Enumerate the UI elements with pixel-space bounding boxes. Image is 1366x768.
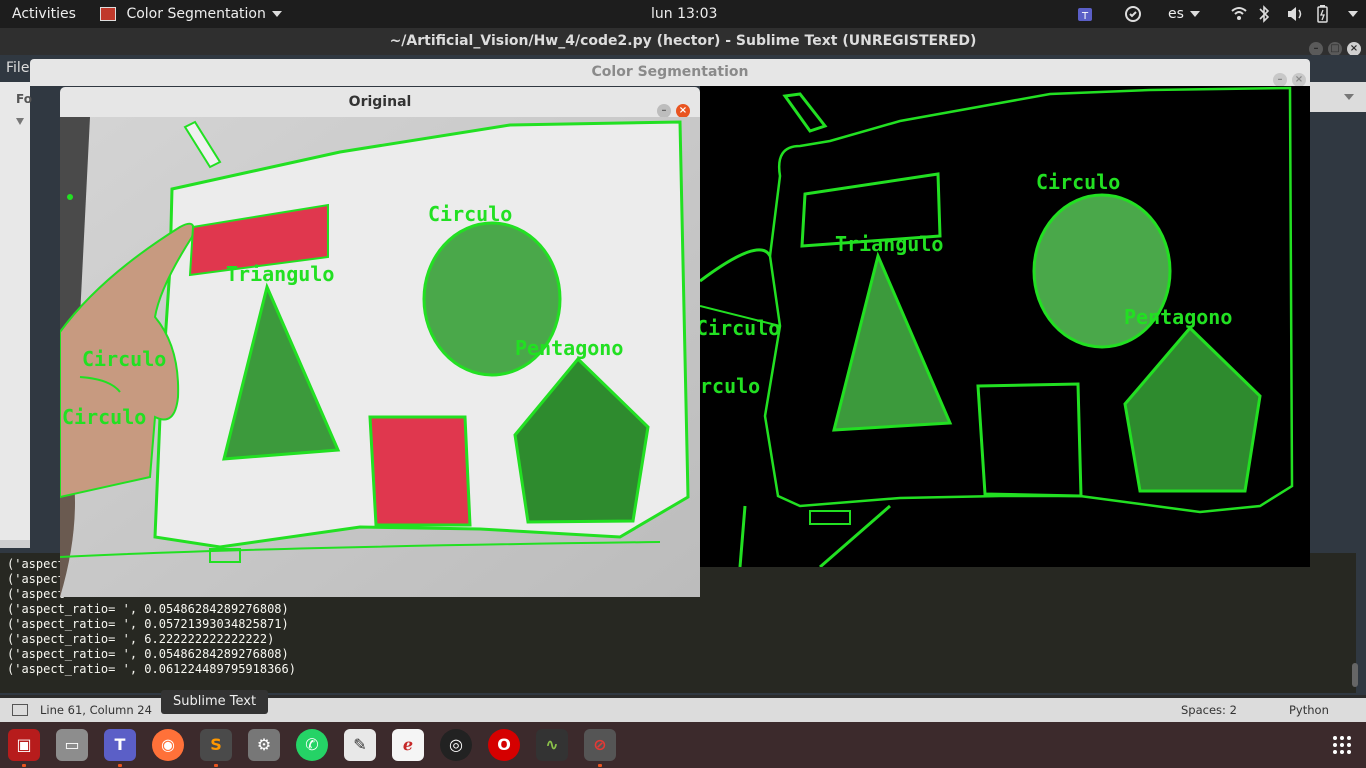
top-bar: Activities Color Segmentation lun 13:03 … xyxy=(0,0,1366,28)
console-line: ('aspect_ratio= ', 0.061224489795918366) xyxy=(7,662,296,676)
color-segmentation-icon[interactable]: ⊘ xyxy=(584,729,616,761)
document-viewer-icon[interactable]: ℯ xyxy=(392,729,424,761)
label-triangulo: Triangulo xyxy=(226,262,334,286)
red-square-shape xyxy=(368,415,472,527)
chevron-down-icon xyxy=(1189,11,1200,17)
minimize-icon[interactable]: – xyxy=(1273,73,1287,87)
settings-icon[interactable]: ⚙ xyxy=(248,729,280,761)
status-position: Line 61, Column 24 xyxy=(40,703,152,717)
system-menu-chevron-icon[interactable] xyxy=(1342,0,1358,28)
segmentation-image: Circulo Triangulo Pentagono Circulo rcul… xyxy=(700,86,1310,567)
sublime-icon[interactable]: S xyxy=(200,729,232,761)
label-circulo-3: rculo xyxy=(700,374,760,398)
app-menu-label: Color Segmentation xyxy=(126,6,266,22)
sidebar-folders-header: Fo xyxy=(16,92,32,106)
console-line: ('aspect xyxy=(7,572,65,586)
obs-icon[interactable]: ◎ xyxy=(440,729,472,761)
text-editor-icon[interactable]: ✎ xyxy=(344,729,376,761)
language-selector[interactable]: es xyxy=(1168,0,1200,28)
editor-tab-area xyxy=(1310,82,1366,112)
segmentation-title-bar: Color Segmentation – × xyxy=(30,59,1310,87)
console-line: ('aspect xyxy=(7,557,65,571)
whatsapp-icon[interactable]: ✆ xyxy=(296,729,328,761)
label-pentagono: Pentagono xyxy=(515,336,623,360)
minimize-icon[interactable]: – xyxy=(657,104,671,118)
segmentation-window-title: Color Segmentation xyxy=(591,64,749,80)
bluetooth-icon[interactable] xyxy=(1257,0,1271,28)
label-circulo-3: Circulo xyxy=(62,405,146,429)
close-icon[interactable]: × xyxy=(1347,42,1361,56)
running-indicator xyxy=(118,764,122,767)
label-circulo-2: Circulo xyxy=(82,347,166,371)
running-indicator xyxy=(22,764,26,767)
console-line: ('aspect_ratio= ', 0.05486284289276808) xyxy=(7,647,289,661)
label-circulo-1: Circulo xyxy=(1036,170,1120,194)
close-icon[interactable]: × xyxy=(1292,73,1306,87)
original-title-bar: Original – × xyxy=(60,87,700,118)
activities-button[interactable]: Activities xyxy=(12,0,76,28)
console-line: ('aspect_ratio= ', 0.05721393034825871) xyxy=(7,617,289,631)
update-tray-icon[interactable] xyxy=(1123,0,1143,28)
terminal-icon[interactable]: ▣ xyxy=(8,729,40,761)
teams-icon[interactable]: T xyxy=(104,729,136,761)
battery-icon[interactable] xyxy=(1314,0,1330,28)
app-menu[interactable]: Color Segmentation xyxy=(100,0,282,28)
label-circulo-2: Circulo xyxy=(700,316,780,340)
firefox-icon[interactable]: ◉ xyxy=(152,729,184,761)
sublime-title-bar: ~/Artificial_Vision/Hw_4/code2.py (hecto… xyxy=(0,28,1366,56)
wifi-icon[interactable] xyxy=(1230,0,1248,28)
console-scrollbar[interactable] xyxy=(1352,663,1358,687)
svg-text:T: T xyxy=(1081,11,1089,22)
teams-tray-icon[interactable]: T xyxy=(1076,0,1096,28)
label-triangulo: Triangulo xyxy=(835,232,943,256)
files-icon[interactable]: ▭ xyxy=(56,729,88,761)
dock-tooltip: Sublime Text xyxy=(161,690,269,714)
status-syntax[interactable]: Python xyxy=(1289,698,1329,722)
console-line: ('aspect_ratio= ', 0.05486284289276808) xyxy=(7,602,289,616)
sublime-window-title: ~/Artificial_Vision/Hw_4/code2.py (hecto… xyxy=(389,33,977,49)
running-indicator xyxy=(598,764,602,767)
status-spaces[interactable]: Spaces: 2 xyxy=(1181,698,1237,722)
original-image: Circulo Triangulo Pentagono Circulo Circ… xyxy=(60,117,700,597)
app-menu-icon xyxy=(100,7,116,21)
chevron-down-icon xyxy=(271,11,282,17)
close-icon[interactable]: × xyxy=(676,104,690,118)
label-circulo-1: Circulo xyxy=(428,202,512,226)
opera-icon[interactable]: O xyxy=(488,729,520,761)
panel-toggle-icon[interactable] xyxy=(12,704,28,716)
show-applications-icon[interactable] xyxy=(1332,735,1352,755)
sidebar-collapse-arrow-icon[interactable] xyxy=(16,118,24,125)
running-indicator xyxy=(214,764,218,767)
menu-file[interactable]: File xyxy=(6,60,29,76)
maximize-icon[interactable]: □ xyxy=(1328,42,1342,56)
clock[interactable]: lun 13:03 xyxy=(651,0,717,28)
tab-dropdown-icon[interactable] xyxy=(1344,94,1354,100)
system-monitor-icon[interactable]: ∿ xyxy=(536,729,568,761)
sidebar-panel: Fo xyxy=(0,82,32,542)
minimize-icon[interactable]: – xyxy=(1309,42,1323,56)
dock: ▣ ▭ T ◉ S ⚙ ✆ ✎ ℯ ◎ O ∿ ⊘ xyxy=(0,722,1366,768)
volume-icon[interactable] xyxy=(1285,0,1305,28)
sidebar-scrollbar[interactable] xyxy=(0,540,30,548)
language-label: es xyxy=(1168,6,1184,22)
label-pentagono: Pentagono xyxy=(1124,305,1232,329)
console-line: ('aspect xyxy=(7,587,65,601)
console-line: ('aspect_ratio= ', 6.222222222222222) xyxy=(7,632,275,646)
original-window-title: Original xyxy=(348,94,412,110)
